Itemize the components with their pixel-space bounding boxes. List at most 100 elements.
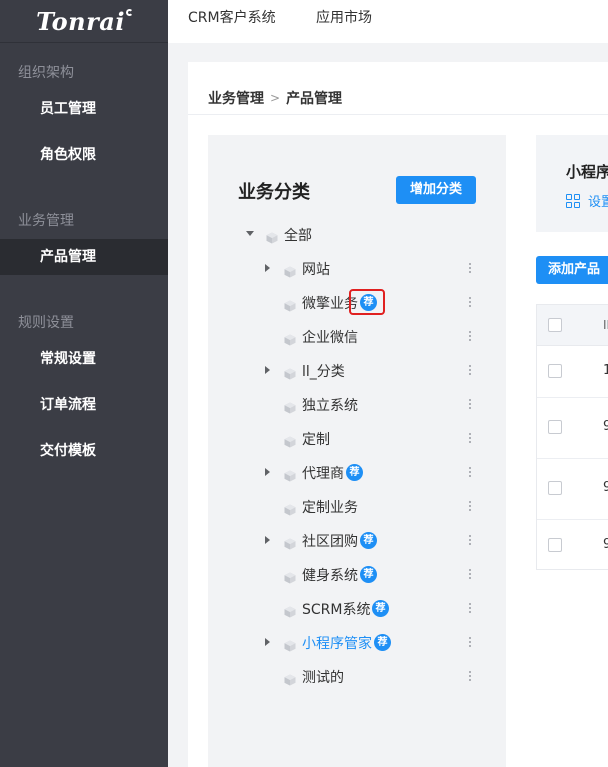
sidebar-item-general-settings[interactable]: 常规设置 bbox=[0, 341, 168, 377]
table-header-id: II bbox=[603, 318, 608, 332]
row-checkbox[interactable] bbox=[548, 538, 562, 552]
add-product-button[interactable]: 添加产品 bbox=[536, 256, 608, 284]
row-checkbox[interactable] bbox=[548, 420, 562, 434]
logo-mark-icon bbox=[125, 8, 133, 16]
tree-node[interactable]: ll_分类 bbox=[208, 357, 506, 385]
settings-label: 设置 bbox=[588, 195, 608, 210]
more-options-icon[interactable] bbox=[467, 397, 473, 413]
product-panel-title: 小程序 bbox=[566, 163, 608, 181]
caret-right-icon[interactable] bbox=[265, 638, 270, 646]
recommend-badge: 荐 bbox=[374, 634, 391, 651]
cube-icon bbox=[284, 297, 296, 312]
row-checkbox[interactable] bbox=[548, 481, 562, 495]
table-row[interactable]: 1 bbox=[537, 346, 608, 398]
table-row[interactable]: 9 bbox=[537, 459, 608, 520]
tree-node[interactable]: 健身系统荐 bbox=[208, 561, 506, 589]
select-all-checkbox[interactable] bbox=[548, 318, 562, 332]
topnav-app-market[interactable]: 应用市场 bbox=[316, 0, 372, 36]
more-options-icon[interactable] bbox=[467, 567, 473, 583]
table-row[interactable]: 9 bbox=[537, 398, 608, 459]
cube-icon bbox=[284, 433, 296, 448]
more-options-icon[interactable] bbox=[467, 363, 473, 379]
tree-node[interactable]: 企业微信 bbox=[208, 323, 506, 351]
table-row[interactable]: 9 bbox=[537, 520, 608, 570]
caret-right-icon[interactable] bbox=[265, 468, 270, 476]
tree-node-label: 全部 bbox=[284, 228, 312, 244]
topnav-crm[interactable]: CRM客户系统 bbox=[188, 0, 276, 36]
sidebar-item-order-flow[interactable]: 订单流程 bbox=[0, 387, 168, 423]
tree-node[interactable]: 社区团购荐 bbox=[208, 527, 506, 555]
tree-node-label: 代理商 bbox=[302, 466, 344, 482]
tree-node[interactable]: 定制 bbox=[208, 425, 506, 453]
cube-icon bbox=[284, 535, 296, 550]
product-table: II 1 9 9 9 bbox=[536, 304, 608, 570]
cube-icon bbox=[284, 637, 296, 652]
more-options-icon[interactable] bbox=[467, 465, 473, 481]
category-panel-title: 业务分类 bbox=[238, 182, 310, 203]
cube-icon bbox=[284, 501, 296, 516]
table-cell-id: 9 bbox=[603, 480, 608, 495]
caret-right-icon[interactable] bbox=[265, 536, 270, 544]
sidebar-section-title-org: 组织架构 bbox=[18, 65, 74, 81]
caret-right-icon[interactable] bbox=[265, 264, 270, 272]
tree-node-label: 社区团购 bbox=[302, 534, 358, 550]
breadcrumb-current: 产品管理 bbox=[286, 91, 343, 107]
tree-node-label: ll_分类 bbox=[302, 364, 345, 380]
more-options-icon[interactable] bbox=[467, 635, 473, 651]
more-options-icon[interactable] bbox=[467, 295, 473, 311]
tree-node-label: 小程序管家 bbox=[302, 636, 372, 652]
tree-node[interactable]: 代理商荐 bbox=[208, 459, 506, 487]
tree-node[interactable]: 测试的 bbox=[208, 663, 506, 691]
more-options-icon[interactable] bbox=[467, 499, 473, 515]
tree-node-label: 独立系统 bbox=[302, 398, 358, 414]
sidebar-item-roles[interactable]: 角色权限 bbox=[0, 137, 168, 173]
add-category-button[interactable]: 增加分类 bbox=[396, 176, 476, 204]
logo[interactable]: Tonrai bbox=[0, 0, 168, 43]
breadcrumb-separator-icon: > bbox=[270, 91, 281, 105]
caret-down-icon[interactable] bbox=[246, 231, 254, 236]
top-bar: CRM客户系统 应用市场 bbox=[168, 0, 608, 43]
cube-icon bbox=[284, 671, 296, 686]
more-options-icon[interactable] bbox=[467, 329, 473, 345]
cube-icon bbox=[284, 467, 296, 482]
logo-text: Tonrai bbox=[36, 6, 125, 36]
breadcrumb-parent[interactable]: 业务管理 bbox=[208, 88, 264, 108]
more-options-icon[interactable] bbox=[467, 669, 473, 685]
breadcrumb: 业务管理 > 产品管理 bbox=[208, 88, 342, 108]
grid-icon bbox=[566, 193, 580, 208]
product-header-card: 小程序 设置 bbox=[536, 135, 608, 232]
tree-node-label: 定制业务 bbox=[302, 500, 358, 516]
tree-node[interactable]: 定制业务 bbox=[208, 493, 506, 521]
more-options-icon[interactable] bbox=[467, 431, 473, 447]
sidebar-section-title-business: 业务管理 bbox=[18, 213, 74, 229]
cube-icon bbox=[284, 263, 296, 278]
caret-right-icon[interactable] bbox=[265, 366, 270, 374]
table-cell-id: 1 bbox=[603, 363, 608, 378]
sidebar-item-delivery-template[interactable]: 交付模板 bbox=[0, 433, 168, 469]
table-header: II bbox=[537, 305, 608, 346]
sidebar-item-employees[interactable]: 员工管理 bbox=[0, 91, 168, 127]
highlight-box bbox=[349, 289, 385, 315]
cube-icon bbox=[284, 365, 296, 380]
recommend-badge: 荐 bbox=[360, 566, 377, 583]
tree-node-label: 健身系统 bbox=[302, 568, 358, 584]
tree-node-label: 定制 bbox=[302, 432, 330, 448]
more-options-icon[interactable] bbox=[467, 261, 473, 277]
row-checkbox[interactable] bbox=[548, 364, 562, 378]
settings-link[interactable]: 设置 bbox=[566, 191, 608, 210]
tree-node[interactable]: 小程序管家荐 bbox=[208, 629, 506, 657]
sidebar-section-title-rules: 规则设置 bbox=[18, 315, 74, 331]
cube-icon bbox=[284, 331, 296, 346]
recommend-badge: 荐 bbox=[346, 464, 363, 481]
cube-icon bbox=[266, 229, 278, 244]
table-cell-id: 9 bbox=[603, 537, 608, 552]
tree-node-label: 测试的 bbox=[302, 670, 344, 686]
more-options-icon[interactable] bbox=[467, 601, 473, 617]
tree-node[interactable]: 独立系统 bbox=[208, 391, 506, 419]
recommend-badge: 荐 bbox=[360, 532, 377, 549]
tree-node[interactable]: 网站 bbox=[208, 255, 506, 283]
sidebar-item-products[interactable]: 产品管理 bbox=[0, 239, 168, 275]
tree-node-root[interactable]: 全部 bbox=[208, 221, 506, 249]
tree-node[interactable]: SCRM系统荐 bbox=[208, 595, 506, 623]
more-options-icon[interactable] bbox=[467, 533, 473, 549]
